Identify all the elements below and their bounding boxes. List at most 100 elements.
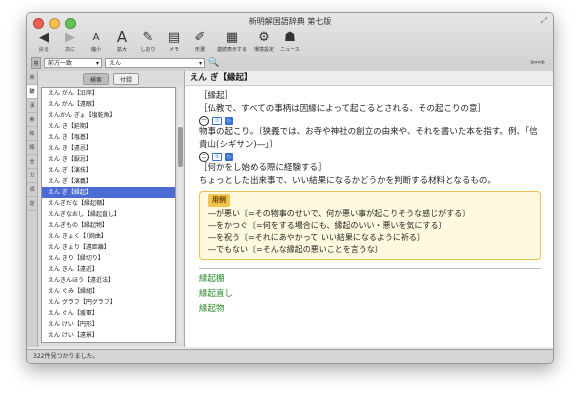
toolbar-button-5[interactable]: ▤ メモ: [163, 29, 185, 54]
toolbar-button-0[interactable]: ◀ 戻る: [33, 29, 55, 54]
toolbar-label: メモ: [168, 47, 179, 53]
dictionary-sidebar: 英辞漢索和類全カ項逆: [27, 71, 38, 347]
list-item[interactable]: えん きり【縁切り】: [42, 253, 175, 264]
related-links: 縁起棚 縁起直し 縁起物: [199, 272, 541, 317]
dictionary-tab-1[interactable]: 辞: [27, 85, 37, 99]
list-tabs: 検索 付録: [38, 71, 184, 85]
list-item[interactable]: えんぎなおし【縁起直し】: [42, 209, 175, 220]
list-item[interactable]: えん ぐん【援軍】: [42, 308, 175, 319]
dictionary-tab-4[interactable]: 和: [27, 127, 37, 141]
search-input[interactable]: えん: [105, 58, 205, 69]
list-item[interactable]: えん けい【円形】: [42, 319, 175, 330]
toolbar-icon: ▤: [167, 29, 181, 45]
fullscreen-icon[interactable]: ⤢: [541, 16, 547, 26]
toolbar-button-7[interactable]: ▦ 連続表示する: [215, 29, 249, 54]
toolbar-button-9[interactable]: ☗ ニュース: [279, 29, 301, 54]
status-bar: 322件見つかりました。: [27, 349, 553, 363]
list-item[interactable]: えん きょく【（婉曲】: [42, 231, 175, 242]
toolbar-button-1[interactable]: ▶ 次に: [59, 29, 81, 54]
toolbar-button-4[interactable]: ✎ しおり: [137, 29, 159, 54]
window-title: 新明解国語辞典 第七版: [248, 17, 332, 26]
dictionary-tab-6[interactable]: 全: [27, 155, 37, 169]
toolbar-button-8[interactable]: ⚙ 環境設定: [253, 29, 275, 54]
toolbar-button-3[interactable]: A 拡大: [111, 28, 133, 53]
example-item: ―でもない〔=そんな縁起の悪いことを言うな〕: [208, 245, 383, 254]
entry-body1: 物事の起こり。〔狭義では、お寺や神社の創立の由来や、それを書いた本を指す。例、「…: [199, 127, 538, 150]
entry-body3: ちょっとした出来事で、いい結果になるかどうかを判断する材料となるもの。: [199, 176, 496, 186]
divider: [199, 268, 541, 269]
related-link[interactable]: 縁起物: [199, 302, 541, 317]
history-nav-arrows[interactable]: ⇦⇨: [530, 58, 545, 68]
entry-content: えん ぎ【縁起】 ［縁起］ ［仏教で、すべての事柄は因縁によって起こるとされる、…: [185, 71, 553, 347]
tab-appendix[interactable]: 付録: [113, 73, 140, 85]
list-item[interactable]: えん ぎ【演義】: [42, 176, 175, 187]
toolbar-icon: ☗: [284, 29, 296, 45]
sense-badge[interactable]: ①: [212, 117, 223, 125]
toolbar-icon: ▶: [65, 29, 75, 45]
toolbar-label: 環境設定: [253, 47, 274, 53]
list-item[interactable]: えんかん ぎょ【塩乾魚】: [42, 110, 175, 121]
dictionary-tab-3[interactable]: 索: [27, 113, 37, 127]
related-link[interactable]: 縁起棚: [199, 272, 541, 287]
list-item[interactable]: えんきんほう【遠近法】: [42, 275, 175, 286]
play-icon[interactable]: ▷: [225, 153, 234, 161]
app-window: 新明解国語辞典 第七版 ⤢ ◀ 戻る ▶ 次に A 縮小 A 拡大 ✎ しおり ▤ メモ ✐ 形選 ▦ 連続表…: [26, 12, 554, 364]
list-item[interactable]: えんぎだな【縁起棚】: [42, 198, 175, 209]
list-item[interactable]: えん き【遠忌】: [42, 143, 175, 154]
toolbar-icon: ⚙: [258, 29, 270, 45]
example-title: 用例: [208, 194, 230, 207]
list-item[interactable]: えん き【厭忌】: [42, 154, 175, 165]
toolbar-icon: ✎: [142, 29, 154, 45]
list-item[interactable]: えん がん【遠眼】: [42, 99, 175, 110]
toolbar-label: 戻る: [38, 47, 49, 53]
list-item[interactable]: えん がん【沿岸】: [42, 88, 175, 99]
toolbar-label: 縮小: [90, 47, 101, 53]
list-item[interactable]: えんぎもの【縁起物】: [42, 220, 175, 231]
search-icon[interactable]: 🔍: [208, 58, 219, 68]
toolbar-button-6[interactable]: ✐ 形選: [189, 29, 211, 54]
list-item[interactable]: えん き【延期】: [42, 121, 175, 132]
toolbar: ◀ 戻る ▶ 次に A 縮小 A 拡大 ✎ しおり ▤ メモ ✐ 形選 ▦ 連続表示する ⚙ 環境設定 ☗ ニュース: [33, 28, 301, 54]
list-scrollbar[interactable]: [178, 87, 183, 343]
toolbar-button-2[interactable]: A 縮小: [85, 29, 107, 54]
play-icon[interactable]: ▷: [225, 117, 234, 125]
sense-badge[interactable]: ②: [212, 153, 223, 161]
list-item[interactable]: えん ぎ【縁起】: [42, 187, 175, 198]
toolbar-label: 拡大: [116, 47, 127, 53]
dictionary-tab-0[interactable]: 英: [27, 71, 37, 85]
dictionary-tab-9[interactable]: 逆: [27, 197, 37, 211]
toolbar-icon: ▦: [225, 29, 239, 45]
list-item[interactable]: えん ぎ【演技】: [42, 165, 175, 176]
list-item[interactable]: えん きん【遠近】: [42, 264, 175, 275]
toolbar-label: ニュース: [280, 47, 300, 53]
toolbar-label: しおり: [140, 47, 156, 53]
list-item[interactable]: えん きょり【遠距離】: [42, 242, 175, 253]
search-side-toggle[interactable]: 検: [31, 57, 41, 69]
sense-2: 二 ② ▷: [199, 152, 541, 162]
scroll-thumb[interactable]: [178, 127, 183, 167]
list-item[interactable]: えん ぐみ【縁組】: [42, 286, 175, 297]
list-item[interactable]: えん げい【園芸】: [42, 341, 175, 342]
dictionary-tab-8[interactable]: 項: [27, 183, 37, 197]
dictionary-tab-7[interactable]: カ: [27, 169, 37, 183]
tab-search[interactable]: 検索: [82, 73, 109, 85]
search-mode-select[interactable]: 前方一致: [44, 58, 102, 69]
result-list: えん がん【沿岸】 えん がん【遠眼】 えんかん ぎょ【塩乾魚】 えん き【延期】 えん…: [41, 87, 176, 343]
toolbar-label: 形選: [194, 47, 205, 53]
toolbar-icon: A: [116, 28, 128, 46]
list-item[interactable]: えん けい【遠景】: [42, 330, 175, 341]
entry-body: ［縁起］ ［仏教で、すべての事柄は因縁によって起こるとされる、その起こりの意］ …: [185, 86, 553, 317]
list-item[interactable]: えん き【塩基】: [42, 132, 175, 143]
example-item: ―を祝う〔=それにあやかって いい結果になるように祈る〕: [208, 233, 425, 242]
toolbar-label: 次に: [64, 47, 75, 53]
example-box: 用例 ―が悪い〔=その物事のせいで、何か悪い事が起こりそうな感じがする〕 ―をかつ…: [199, 191, 541, 260]
dictionary-tab-5[interactable]: 類: [27, 141, 37, 155]
list-item[interactable]: えん グラフ【円グラフ】: [42, 297, 175, 308]
toolbar-label: 連続表示する: [216, 47, 247, 53]
related-link[interactable]: 縁起直し: [199, 287, 541, 302]
result-list-pane: 検索 付録 えん がん【沿岸】 えん がん【遠眼】 えんかん ぎょ【塩乾魚】 えん き…: [38, 71, 185, 347]
entry-pos: ［縁起］: [199, 91, 234, 101]
toolbar-icon: A: [92, 31, 100, 43]
dictionary-tab-2[interactable]: 漢: [27, 99, 37, 113]
sense-number: 二: [199, 152, 209, 162]
